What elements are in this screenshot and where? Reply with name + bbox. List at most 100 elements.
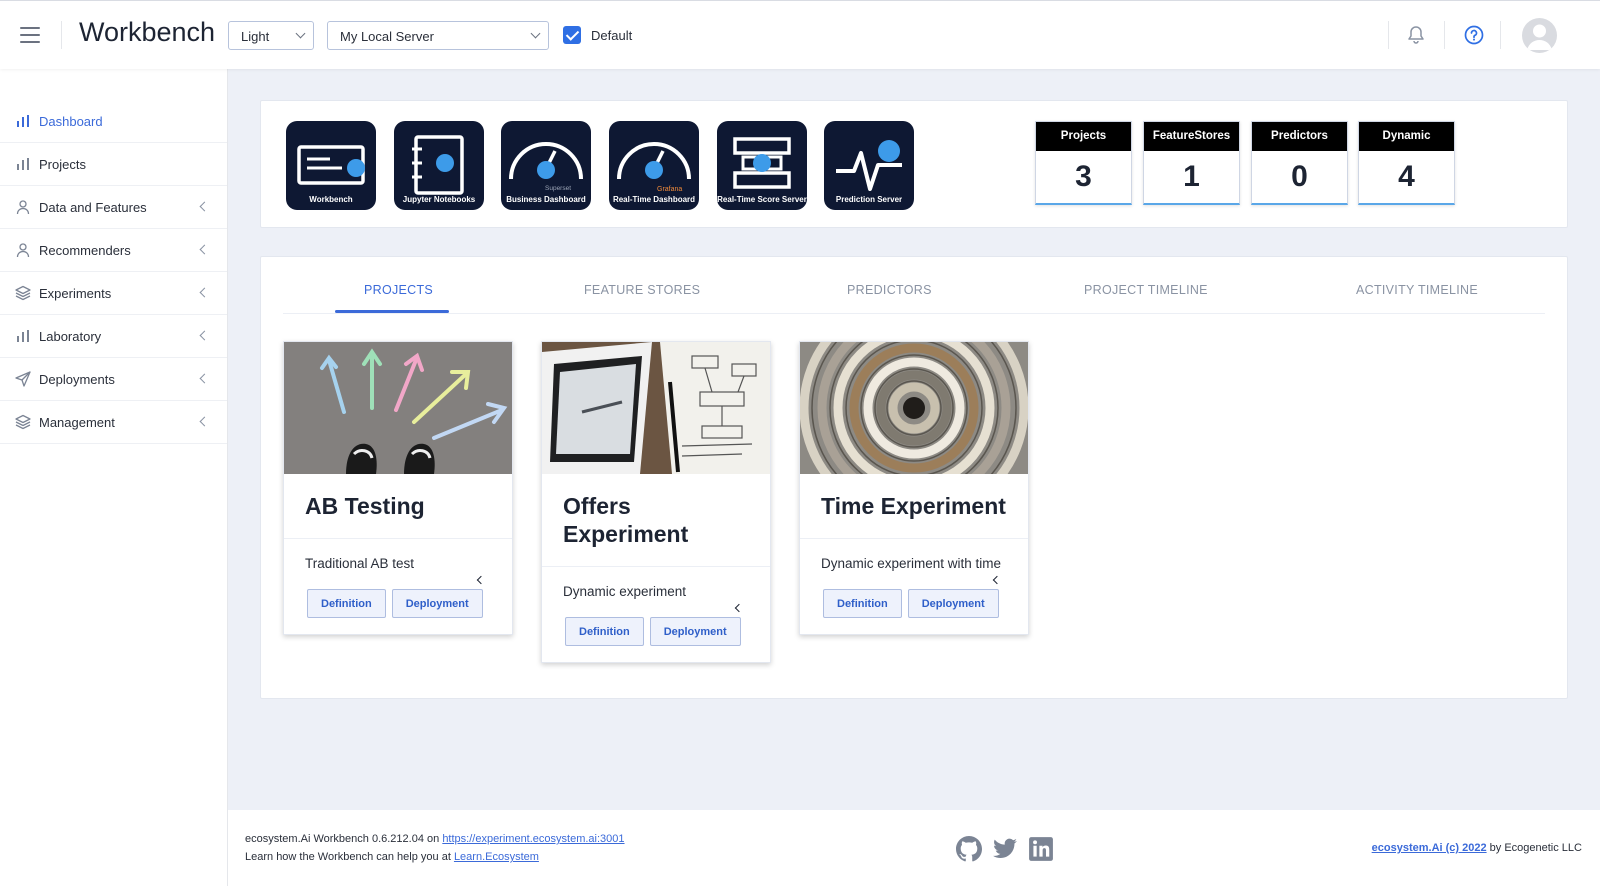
definition-button[interactable]: Definition [823, 589, 902, 618]
default-checkbox-label: Default [591, 28, 633, 43]
chevron-left-icon [199, 201, 210, 212]
chevron-left-icon[interactable] [734, 603, 744, 613]
footer-learn-line: Learn how the Workbench can help you at … [245, 851, 539, 863]
footer-learn-text: Learn how the Workbench can help you at [245, 851, 451, 863]
deployment-button[interactable]: Deployment [391, 589, 483, 618]
sidebar: Dashboard Projects Data and Features Rec… [0, 69, 228, 886]
project-card[interactable]: Offers Experiment Dynamic experiment Def… [541, 341, 771, 663]
stat-card-predictors: Predictors 0 [1251, 121, 1348, 205]
divider [1500, 21, 1501, 49]
quick-access-panel: Workbench Jupyter Notebooks Superset Bus… [260, 100, 1568, 228]
sidebar-item-dashboard[interactable]: Dashboard [0, 100, 227, 143]
definition-button[interactable]: Definition [565, 617, 644, 646]
card-actions: Definition Deployment [284, 573, 512, 634]
sidebar-item-management[interactable]: Management [0, 401, 227, 444]
stat-card-featurestores: FeatureStores 1 [1143, 121, 1240, 205]
sidebar-item-label: Projects [39, 157, 86, 172]
project-card[interactable]: AB Testing Traditional AB test Definitio… [283, 341, 513, 635]
sidebar-item-label: Dashboard [39, 114, 103, 129]
project-title: Time Experiment [821, 493, 1006, 519]
help-icon[interactable] [1464, 25, 1484, 50]
project-image [542, 342, 770, 474]
avatar[interactable] [1522, 18, 1557, 53]
github-icon[interactable] [956, 836, 983, 867]
user-icon [16, 243, 30, 258]
workbench-tile[interactable]: Workbench [286, 121, 376, 210]
sidebar-item-recommenders[interactable]: Recommenders [0, 229, 227, 272]
tab-project-timeline[interactable]: PROJECT TIMELINE [1084, 283, 1208, 297]
server-select-value: My Local Server [340, 29, 434, 44]
sidebar-item-laboratory[interactable]: Laboratory [0, 315, 227, 358]
linkedin-icon[interactable] [1028, 836, 1054, 867]
stat-value: 3 [1075, 160, 1092, 193]
divider [1388, 21, 1389, 49]
deployment-button[interactable]: Deployment [907, 589, 999, 618]
sidebar-item-data-and-features[interactable]: Data and Features [0, 186, 227, 229]
sidebar-item-experiments[interactable]: Experiments [0, 272, 227, 315]
bar-chart-icon [17, 158, 29, 170]
project-card[interactable]: Time Experiment Dynamic experiment with … [799, 341, 1029, 635]
sidebar-item-label: Laboratory [39, 329, 102, 344]
tab-predictors[interactable]: PREDICTORS [847, 283, 932, 297]
tile-label: Real-Time Score Server [717, 195, 807, 204]
bell-icon[interactable] [1407, 25, 1425, 50]
theme-select[interactable]: Light [228, 21, 314, 50]
layers-icon [15, 414, 31, 430]
learn-ecosystem-link[interactable]: Learn.Ecosystem [454, 851, 539, 863]
sidebar-item-deployments[interactable]: Deployments [0, 358, 227, 401]
real-time-score-server-tile[interactable]: Real-Time Score Server [717, 121, 807, 210]
stat-label: Projects [1036, 122, 1131, 151]
stat-label: Dynamic [1359, 122, 1454, 151]
project-description: Traditional AB test [305, 556, 415, 571]
sidebar-item-label: Management [39, 415, 115, 430]
chevron-left-icon [199, 373, 210, 384]
hamburger-menu-icon[interactable] [20, 27, 40, 43]
tab-feature-stores[interactable]: FEATURE STORES [584, 283, 700, 297]
chevron-left-icon [199, 416, 210, 427]
server-url-link[interactable]: https://experiment.ecosystem.ai:3001 [442, 833, 624, 845]
project-description: Dynamic experiment with time [821, 556, 1002, 571]
tile-label: Jupyter Notebooks [402, 195, 476, 204]
chevron-left-icon [199, 287, 210, 298]
sidebar-item-label: Data and Features [39, 200, 147, 215]
tile-label: Business Dashboard [506, 195, 586, 204]
stat-label: Predictors [1252, 122, 1347, 151]
tab-projects[interactable]: PROJECTS [364, 283, 433, 297]
footer-copyright: ecosystem.Ai (c) 2022 by Ecogenetic LLC [1372, 842, 1582, 854]
theme-select-value: Light [241, 29, 270, 44]
chevron-left-icon[interactable] [992, 575, 1002, 585]
superset-badge: Superset [545, 185, 572, 192]
server-select[interactable]: My Local Server [327, 21, 549, 50]
sidebar-item-projects[interactable]: Projects [0, 143, 227, 186]
chevron-left-icon[interactable] [476, 575, 486, 585]
jupyter-notebooks-tile[interactable]: Jupyter Notebooks [394, 121, 484, 210]
twitter-icon[interactable] [992, 836, 1018, 867]
grafana-badge: Grafana [657, 186, 683, 193]
copyright-suffix: by Ecogenetic LLC [1489, 842, 1582, 854]
prediction-server-tile[interactable]: Prediction Server [824, 121, 914, 210]
bar-chart-icon [17, 115, 29, 127]
definition-button[interactable]: Definition [307, 589, 386, 618]
footer: ecosystem.Ai Workbench 0.6.212.04 on htt… [228, 810, 1600, 886]
project-title: Offers Experiment [563, 493, 689, 547]
chevron-down-icon [295, 28, 306, 39]
project-image [800, 342, 1028, 474]
top-bar: Workbench Light My Local Server Default [0, 0, 1600, 69]
copyright-link[interactable]: ecosystem.Ai (c) 2022 [1372, 842, 1487, 854]
stat-value: 1 [1183, 160, 1200, 193]
default-checkbox[interactable] [563, 26, 581, 44]
tab-activity-timeline[interactable]: ACTIVITY TIMELINE [1356, 283, 1478, 297]
send-icon [15, 371, 31, 387]
sidebar-item-label: Recommenders [39, 243, 131, 258]
footer-version-line: ecosystem.Ai Workbench 0.6.212.04 on htt… [245, 833, 625, 845]
project-image [284, 342, 512, 474]
stat-value: 4 [1398, 160, 1415, 193]
stat-card-dynamic: Dynamic 4 [1358, 121, 1455, 205]
business-dashboard-tile[interactable]: Superset Business Dashboard [501, 121, 591, 210]
card-actions: Definition Deployment [542, 601, 770, 662]
projects-panel: PROJECTS FEATURE STORES PREDICTORS PROJE… [260, 256, 1568, 699]
chevron-down-icon [530, 28, 541, 39]
deployment-button[interactable]: Deployment [649, 617, 741, 646]
tile-label: Workbench [309, 195, 353, 204]
real-time-dashboard-tile[interactable]: Grafana Real-Time Dashboard [609, 121, 699, 210]
